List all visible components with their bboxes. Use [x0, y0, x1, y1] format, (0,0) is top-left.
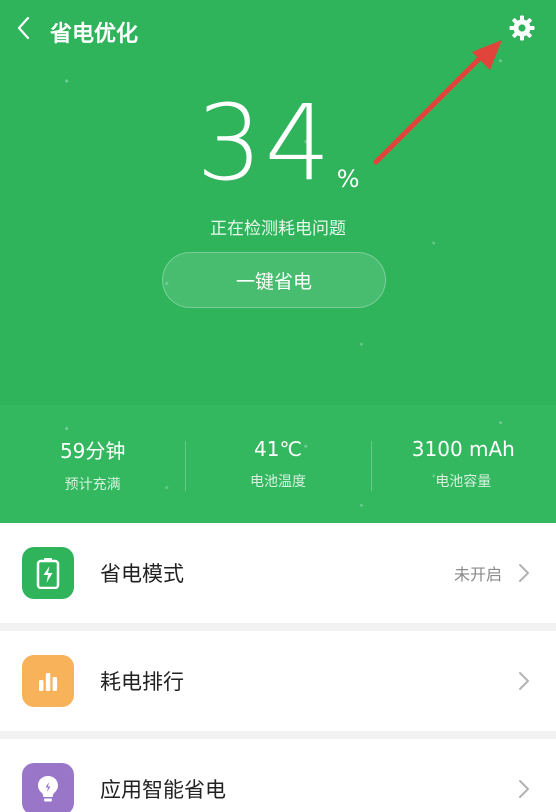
stat-label: 电池温度 [249, 474, 306, 490]
chevron-right-icon [512, 563, 536, 583]
chevron-right-icon [512, 779, 536, 799]
list-item-label: 省电模式 [100, 562, 184, 586]
battery-percent-unit: % [336, 165, 360, 193]
stat-value: 59分钟 [59, 438, 126, 463]
feature-list: 省电模式 未开启 耗电排行 应用智能省电 [0, 523, 556, 812]
screen: 省电优化 34 % 正在检测耗电问题 一键省电 59分钟 预计充满 41℃ 电池… [0, 0, 556, 812]
list-item-smart-app-saving[interactable]: 应用智能省电 [0, 739, 556, 812]
list-item-label: 耗电排行 [100, 670, 184, 694]
list-item-power-saving-mode[interactable]: 省电模式 未开启 [0, 523, 556, 623]
list-item-power-ranking[interactable]: 耗电排行 [0, 631, 556, 731]
stat-temperature: 41℃ 电池温度 [185, 437, 370, 491]
stat-value: 41℃ [254, 437, 302, 461]
battery-percent-value: 34 [196, 82, 333, 204]
list-item-label: 应用智能省电 [100, 778, 226, 802]
page-title: 省电优化 [50, 22, 139, 47]
stat-capacity: 3100 mAh 电池容量 [370, 437, 556, 491]
list-item-status: 未开启 [453, 565, 502, 584]
battery-charging-icon [22, 547, 74, 599]
battery-stats-bar: 59分钟 预计充满 41℃ 电池温度 3100 mAh 电池容量 [0, 405, 556, 523]
stat-label: 电池容量 [435, 474, 492, 490]
battery-percent-display: 34% [0, 82, 556, 204]
chevron-left-icon [15, 15, 31, 45]
gear-icon [508, 14, 536, 46]
back-button[interactable] [8, 14, 38, 46]
one-tap-optimize-button[interactable]: 一键省电 [162, 252, 386, 308]
chevron-right-icon [512, 671, 536, 691]
scan-status-text: 正在检测耗电问题 [210, 219, 346, 239]
stat-value: 3100 mAh [411, 437, 515, 461]
settings-button[interactable] [506, 14, 538, 46]
stat-charge-time: 59分钟 预计充满 [0, 435, 185, 494]
lightbulb-icon [22, 763, 74, 812]
battery-hero-panel: 省电优化 34 % 正在检测耗电问题 一键省电 [0, 0, 556, 405]
stat-label: 预计充满 [64, 476, 121, 493]
bar-chart-icon [22, 655, 74, 707]
